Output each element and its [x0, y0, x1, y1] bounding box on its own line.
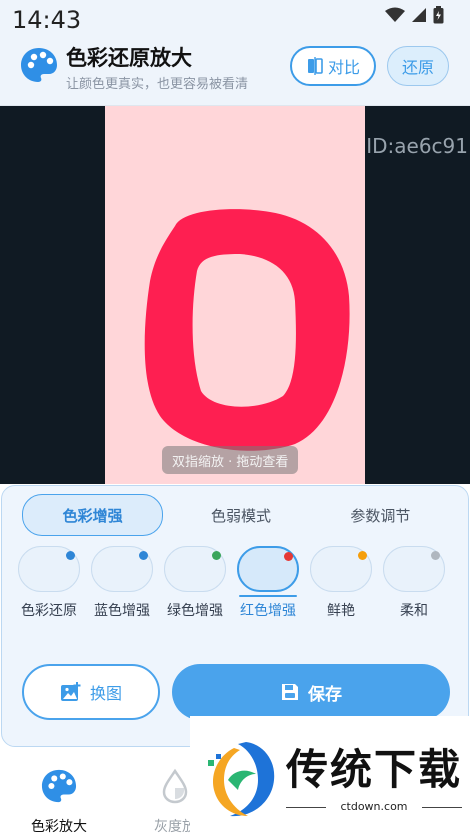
id-label: ID:ae6c91 — [366, 134, 468, 158]
filter-label: 绿色增强 — [167, 603, 223, 619]
restore-button[interactable]: 还原 — [387, 46, 449, 86]
filter-thumb — [164, 546, 226, 592]
tab-color-weak-mode[interactable]: 色弱模式 — [171, 494, 310, 536]
restore-label: 还原 — [401, 58, 434, 77]
battery-icon — [433, 6, 444, 24]
tab-color-enhance[interactable]: 色彩增强 — [22, 494, 164, 536]
filter-dot — [212, 551, 221, 560]
status-icons — [385, 6, 444, 24]
filter-dot — [284, 552, 293, 561]
app-header: 色彩还原放大 让颜色更真实，也更容易被看清 对比 还原 — [0, 38, 470, 106]
filter-list[interactable]: 色彩还原 蓝色增强 绿色增强 红色增强 鲜艳 柔和 — [0, 546, 464, 626]
filter-thumb — [237, 546, 299, 597]
filter-vivid[interactable]: 鲜艳 — [310, 546, 372, 620]
compare-label: 对比 — [327, 58, 360, 77]
filter-thumb — [91, 546, 153, 592]
filter-soft[interactable]: 柔和 — [383, 546, 445, 620]
watermark-url: ctdown.com — [286, 800, 462, 813]
nav-label: 色彩放大 — [31, 819, 87, 835]
filter-thumb — [18, 546, 80, 592]
filter-green-enhance[interactable]: 绿色增强 — [164, 546, 226, 620]
palette-nav-icon — [41, 769, 77, 803]
filter-color-restore[interactable]: 色彩还原 — [18, 546, 80, 620]
preview-image — [105, 106, 365, 484]
watermark-banner: 传统下载 ctdown.com — [190, 716, 470, 836]
save-icon — [282, 684, 298, 700]
save-button[interactable]: 保存 — [172, 664, 450, 720]
app-title: 色彩还原放大 — [66, 46, 192, 70]
swap-image-button[interactable]: 换图 — [22, 664, 160, 720]
filter-thumb — [383, 546, 445, 592]
watermark-logo-icon — [208, 742, 275, 817]
zoom-hint: 双指缩放 · 拖动查看 — [162, 446, 299, 474]
tab-parameters[interactable]: 参数调节 — [311, 494, 450, 536]
palette-icon — [21, 48, 57, 82]
save-label: 保存 — [308, 684, 342, 705]
filter-label: 蓝色增强 — [94, 603, 150, 619]
signal-icon — [412, 8, 426, 22]
filter-red-enhance[interactable]: 红色增强 — [237, 546, 299, 620]
swap-image-label: 换图 — [89, 684, 122, 703]
nav-color-zoom[interactable]: 色彩放大 — [19, 768, 99, 836]
control-panel: 色彩增强 色弱模式 参数调节 色彩还原 蓝色增强 绿色增强 红色增强 鲜艳 柔和 — [1, 485, 469, 747]
filter-blue-enhance[interactable]: 蓝色增强 — [91, 546, 153, 620]
add-image-icon — [60, 682, 81, 701]
filter-label: 柔和 — [400, 603, 428, 619]
filter-dot — [66, 551, 75, 560]
watermark-text: 传统下载 — [286, 745, 463, 794]
wifi-icon — [385, 7, 405, 22]
filter-thumb — [310, 546, 372, 592]
filter-label: 色彩还原 — [21, 603, 77, 619]
filter-label: 红色增强 — [240, 603, 296, 619]
app-subtitle: 让颜色更真实，也更容易被看清 — [66, 77, 249, 92]
status-bar: 14:43 — [0, 0, 470, 38]
red-ring-shape — [144, 209, 350, 451]
drop-icon — [162, 768, 188, 804]
compare-icon — [307, 57, 323, 75]
filter-dot — [358, 551, 367, 560]
filter-dot — [431, 551, 440, 560]
compare-button[interactable]: 对比 — [290, 46, 376, 86]
status-time: 14:43 — [12, 6, 82, 34]
filter-label: 鲜艳 — [327, 603, 355, 619]
filter-dot — [139, 551, 148, 560]
image-canvas[interactable]: ID:ae6c91 双指缩放 · 拖动查看 — [0, 106, 470, 484]
mode-tabs: 色彩增强 色弱模式 参数调节 — [22, 494, 450, 536]
